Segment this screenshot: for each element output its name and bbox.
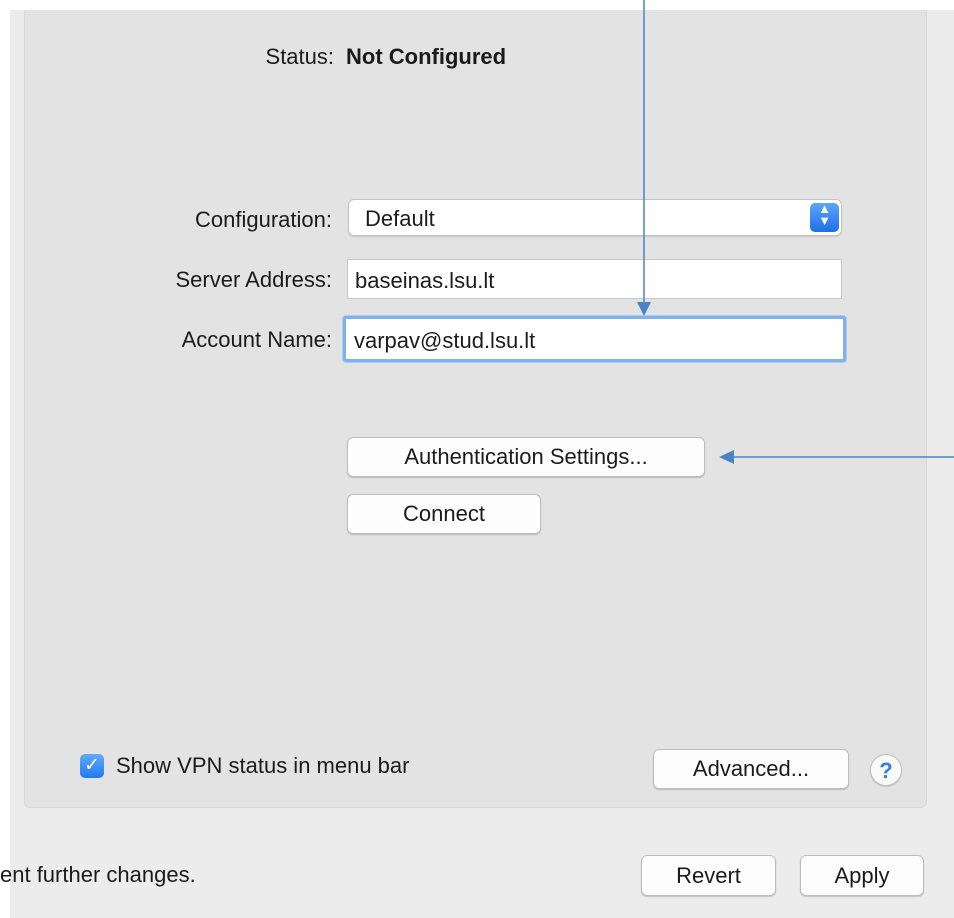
annotation-arrowhead-horizontal xyxy=(719,450,734,464)
annotation-arrowhead-vertical xyxy=(637,302,651,316)
annotation-arrows xyxy=(637,0,954,464)
